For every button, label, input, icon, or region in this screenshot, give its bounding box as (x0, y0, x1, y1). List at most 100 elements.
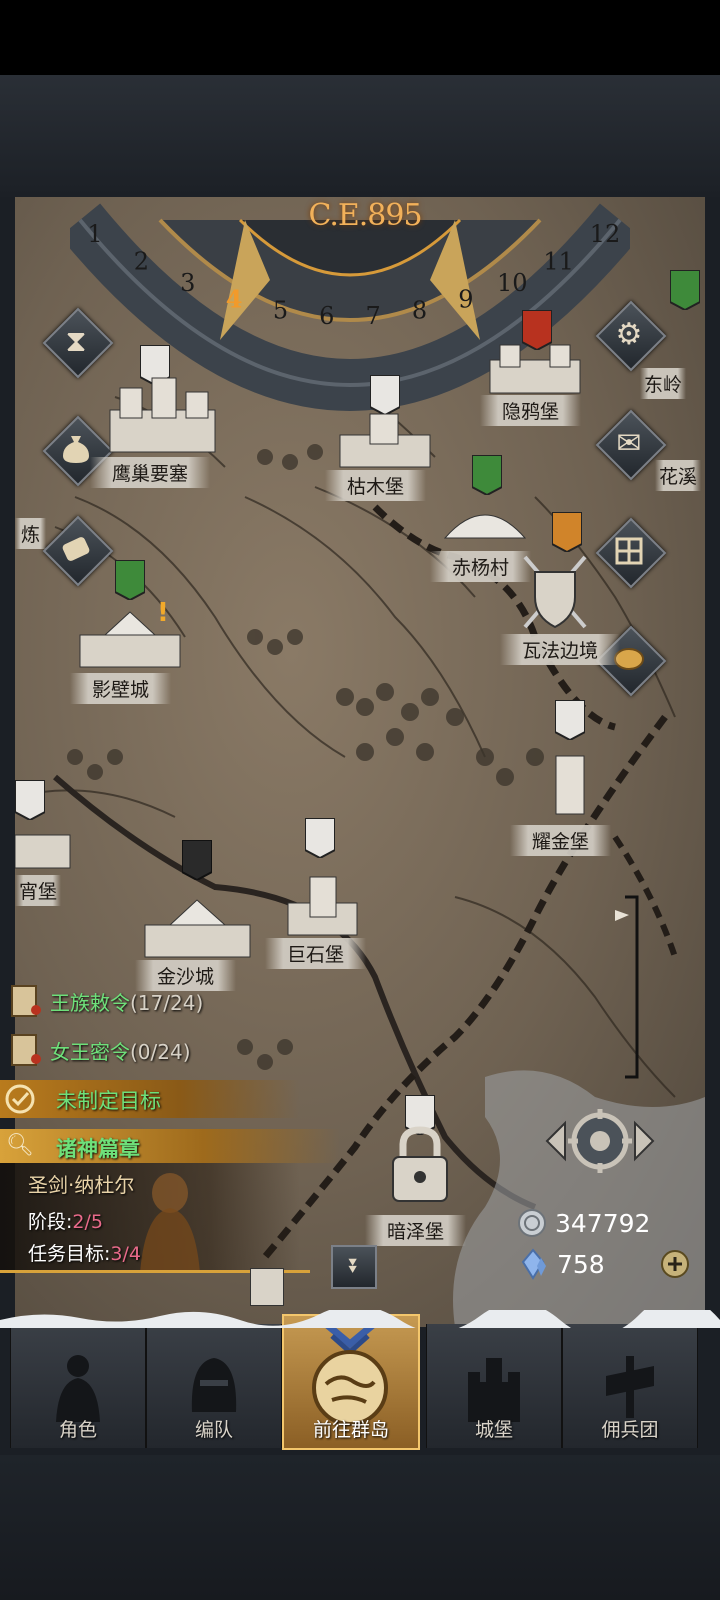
castle-building-icon (15, 834, 71, 869)
castle-label: 枯木堡 (325, 470, 427, 501)
castle-building-icon (144, 899, 251, 958)
chapter-header[interactable]: 🔍︎ 诸神篇章 (0, 1129, 340, 1163)
white-banner-icon (15, 780, 45, 820)
quest-title: 王族敕令(17/24) (50, 990, 204, 1015)
shield-swords-icon (523, 555, 587, 629)
month-label[interactable]: 6 (319, 302, 334, 330)
month-label[interactable]: 11 (543, 247, 574, 275)
month-label[interactable]: 9 (458, 285, 473, 313)
scroll-icon (45, 518, 107, 580)
month-label[interactable]: 12 (590, 220, 621, 248)
crystal-amount: 758 (557, 1249, 605, 1279)
era-year: C.E.895 (308, 198, 422, 233)
castle-icon (468, 1358, 520, 1422)
gear-icon: ⚙ (615, 316, 643, 352)
nav-label: 城堡 (474, 1419, 513, 1441)
month-label[interactable]: 10 (497, 269, 528, 297)
castle-label: 巨石堡 (265, 938, 367, 969)
castle-building-icon (79, 611, 181, 668)
castle-label: 炼 (15, 518, 47, 549)
castle-label: 宵堡 (15, 875, 62, 906)
search-icon: 🔍︎ (6, 1133, 34, 1158)
silver-amount: 347792 (555, 1208, 651, 1238)
castle-label: 暗泽堡 (365, 1215, 467, 1246)
nav-character[interactable]: 角色 (10, 1324, 146, 1448)
nav-label: 前往群岛 (312, 1419, 389, 1441)
settings-button[interactable]: ⚙ (595, 300, 667, 372)
target-icon (5, 1084, 35, 1114)
goal-text: 未制定目标 (56, 1089, 161, 1113)
snow-edge (0, 1310, 720, 1328)
crystal-resource: 758 (519, 1248, 605, 1280)
task-progress: 任务目标:3/4 (28, 1243, 141, 1265)
white-banner-icon (370, 375, 400, 415)
castle-building-icon (489, 344, 581, 394)
scroll-button[interactable] (42, 515, 114, 587)
month-label[interactable]: 3 (180, 269, 195, 297)
grid-icon (598, 520, 660, 582)
nav-label: 佣兵团 (601, 1419, 659, 1441)
castle-label: 瓦法边境 (500, 634, 621, 665)
scroll-icon (11, 985, 41, 1017)
castle-building-icon (339, 413, 431, 468)
royal-edict-quest[interactable]: 王族敕令(17/24) (6, 982, 203, 1020)
castle-label: 赤杨村 (430, 551, 532, 582)
mail-button[interactable]: ✉ (595, 409, 667, 481)
village-building-icon (443, 514, 527, 539)
silver-coin-icon (518, 1209, 546, 1237)
orange-banner-icon (552, 512, 582, 552)
chapter-panel[interactable]: 圣剑·纳杜尔 阶段:2/5 任务目标:3/4 (0, 1163, 300, 1273)
scroll-icon (11, 1034, 41, 1066)
grid-button[interactable] (595, 517, 667, 589)
month-label[interactable]: 7 (366, 302, 381, 330)
nav-label: 编队 (194, 1419, 233, 1441)
collapse-button[interactable]: ⏬︎ (331, 1245, 377, 1289)
month-label[interactable]: 8 (412, 296, 427, 324)
castle-building-icon (287, 876, 358, 936)
white-banner-icon (555, 700, 585, 740)
mail-icon: ✉ (616, 425, 642, 461)
queen-secret-quest[interactable]: 女王密令(0/24) (6, 1031, 191, 1069)
crystal-icon (521, 1248, 546, 1280)
chevron-down-icon: ⏬︎ (349, 1254, 359, 1278)
castle-label: 花溪 (655, 460, 702, 491)
quest-title: 女王密令(0/24) (50, 1039, 191, 1064)
month-label[interactable]: 2 (134, 247, 149, 275)
green-banner-icon (670, 270, 700, 310)
status-bar (0, 0, 720, 75)
black-banner-icon (182, 840, 212, 880)
helmet-icon (191, 1358, 237, 1412)
bottom-panel (0, 1455, 720, 1600)
chapter-title: 诸神篇章 (56, 1137, 140, 1161)
castle-building-icon (109, 377, 216, 453)
hourglass-button[interactable]: ⧗ (42, 307, 114, 379)
small-banner-icon (250, 1268, 284, 1306)
goal-bar[interactable]: 未制定目标 (0, 1080, 300, 1118)
add-crystal-button[interactable] (660, 1249, 690, 1279)
top-frame (0, 75, 720, 197)
silver-resource: 347792 (517, 1208, 650, 1238)
castle-label: 隐鸦堡 (480, 395, 582, 426)
knight-icon (56, 1355, 100, 1422)
nav-go-islands[interactable]: 前往群岛 (282, 1314, 420, 1450)
nav-label: 角色 (58, 1419, 97, 1441)
hourglass-icon: ⧗ (65, 323, 87, 359)
locate-button[interactable] (545, 1105, 655, 1177)
month-label[interactable]: 1 (87, 220, 102, 248)
castle-label: 影壁城 (70, 673, 172, 704)
stage-progress: 阶段:2/5 (28, 1211, 103, 1233)
hero-name: 圣剑·纳杜尔 (28, 1173, 135, 1197)
bottom-nav: 角色 编队 前往群岛 城堡 佣兵团 (0, 1312, 720, 1450)
month-label[interactable]: 5 (273, 296, 288, 324)
lock-icon (392, 1126, 448, 1202)
white-banner-icon (305, 818, 335, 858)
green-banner-icon (472, 455, 502, 495)
tower-building-icon (555, 755, 585, 815)
month-label[interactable]: 4 (226, 284, 243, 313)
nav-castle[interactable]: 城堡 (426, 1324, 562, 1448)
castle-label: 东岭 (640, 368, 687, 399)
nav-formation[interactable]: 编队 (146, 1324, 282, 1448)
castle-label: 鹰巢要塞 (90, 457, 211, 488)
green-banner-icon (115, 560, 145, 600)
nav-mercenary[interactable]: 佣兵团 (562, 1324, 698, 1448)
